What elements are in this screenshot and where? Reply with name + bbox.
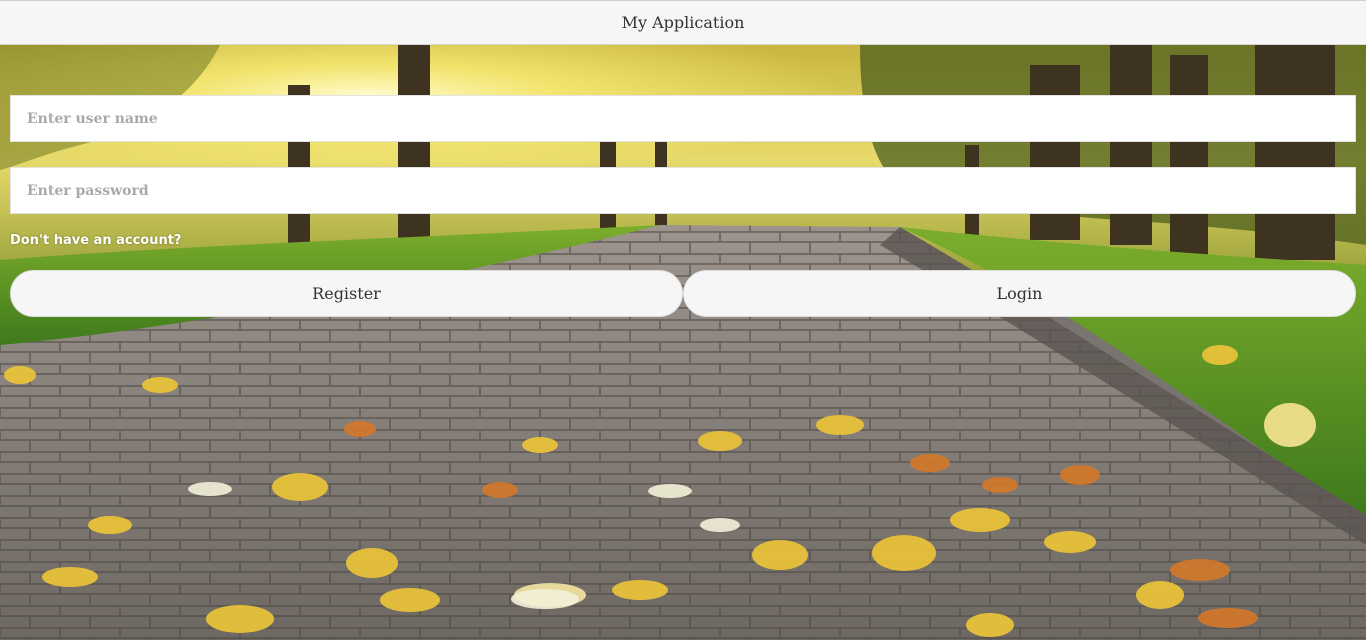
username-input[interactable] <box>10 95 1356 142</box>
password-input[interactable] <box>10 167 1356 214</box>
app-title: My Application <box>621 13 745 32</box>
login-button-label: Login <box>996 284 1043 303</box>
register-button[interactable]: Register <box>10 270 683 317</box>
account-prompt: Don't have an account? <box>10 233 182 248</box>
login-button[interactable]: Login <box>683 270 1356 317</box>
app-header: My Application <box>0 0 1366 45</box>
register-button-label: Register <box>312 284 381 303</box>
